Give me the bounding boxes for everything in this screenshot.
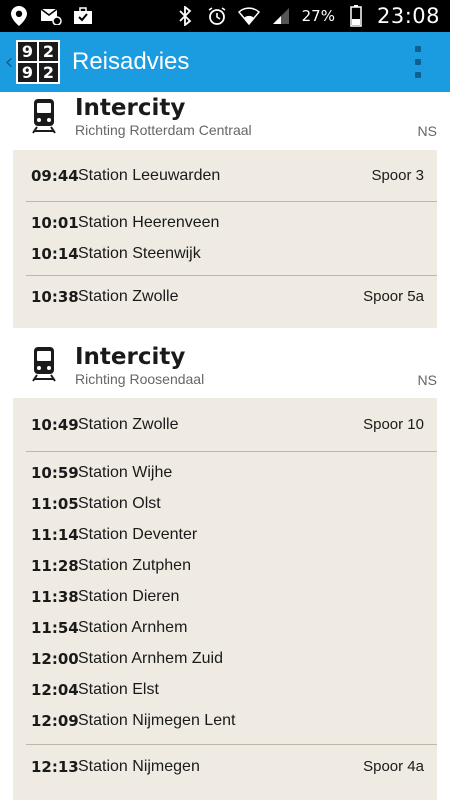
leg-spacer: [0, 328, 450, 348]
stop-time: 12:13: [31, 757, 79, 776]
stop-station: Station Steenwijk: [78, 244, 201, 262]
stops-list: 10:49 Station Zwolle Spoor 10 10:59 Stat…: [13, 398, 437, 800]
stop-station: Station Zutphen: [78, 556, 191, 574]
train-icon: [32, 347, 56, 382]
departure-row[interactable]: 10:49 Station Zwolle Spoor 10: [13, 409, 437, 440]
leg-direction: Richting Roosendaal: [75, 371, 205, 387]
logo-digit: 2: [39, 42, 58, 61]
leg-header: Intercity Richting Rotterdam Centraal NS: [0, 92, 450, 150]
platform-label: Spoor 3: [371, 167, 424, 184]
leg-type: Intercity: [75, 344, 186, 370]
stop-time: 12:09: [31, 711, 79, 730]
stop-station: Station Dieren: [78, 587, 180, 605]
platform-label: Spoor 10: [363, 416, 424, 433]
stop-time: 11:54: [31, 618, 79, 637]
stop-station: Station Wijhe: [78, 463, 173, 481]
leg-operator: NS: [417, 372, 437, 388]
stop-station: Station Heerenveen: [78, 213, 220, 231]
wifi-icon: [237, 6, 260, 26]
stop-station: Station Nijmegen: [78, 757, 200, 775]
stop-time: 11:14: [31, 525, 79, 544]
stop-row[interactable]: 11:54 Station Arnhem: [13, 612, 437, 643]
stop-time: 12:00: [31, 649, 79, 668]
stop-row[interactable]: 12:04 Station Elst: [13, 674, 437, 705]
stop-row[interactable]: 10:59 Station Wijhe: [13, 457, 437, 488]
stop-row[interactable]: 11:14 Station Deventer: [13, 519, 437, 550]
battery-icon: [345, 5, 367, 27]
stop-station: Station Leeuwarden: [78, 166, 221, 184]
stop-time: 11:05: [31, 494, 79, 513]
stop-row[interactable]: 12:00 Station Arnhem Zuid: [13, 643, 437, 674]
stop-row[interactable]: 11:05 Station Olst: [13, 488, 437, 519]
platform-label: Spoor 5a: [363, 288, 424, 305]
arrival-row[interactable]: 10:38 Station Zwolle Spoor 5a: [13, 281, 437, 312]
location-icon: [8, 6, 30, 26]
departure-row[interactable]: 09:44 Station Leeuwarden Spoor 3: [13, 160, 437, 191]
stop-station: Station Nijmegen Lent: [78, 711, 236, 729]
stop-row[interactable]: 10:14 Station Steenwijk: [13, 238, 437, 269]
stop-time: 11:38: [31, 587, 79, 606]
stop-station: Station Arnhem Zuid: [78, 649, 223, 667]
alarm-icon: [206, 6, 228, 26]
logo-digit: 9: [18, 63, 37, 82]
stop-time: 09:44: [31, 166, 79, 185]
app-logo[interactable]: 9 2 9 2: [16, 40, 60, 84]
back-chevron-icon[interactable]: ‹: [2, 32, 16, 92]
stop-time: 10:14: [31, 244, 79, 263]
page-title: Reisadvies: [72, 48, 190, 75]
signal-icon: [270, 6, 292, 26]
stop-time: 10:01: [31, 213, 79, 232]
leg-type: Intercity: [75, 95, 186, 121]
stop-station: Station Arnhem: [78, 618, 188, 636]
stop-time: 11:28: [31, 556, 79, 575]
clock: 23:08: [376, 4, 440, 28]
leg-direction: Richting Rotterdam Centraal: [75, 122, 252, 138]
stop-time: 10:49: [31, 415, 79, 434]
stop-row[interactable]: 10:01 Station Heerenveen: [13, 207, 437, 238]
stop-row[interactable]: 12:09 Station Nijmegen Lent: [13, 705, 437, 736]
status-bar: 27% 23:08: [0, 0, 450, 32]
stop-time: 12:04: [31, 680, 79, 699]
battery-percent: 27%: [301, 7, 335, 25]
stop-station: Station Elst: [78, 680, 159, 698]
stop-row[interactable]: 11:38 Station Dieren: [13, 581, 437, 612]
stop-row[interactable]: 11:28 Station Zutphen: [13, 550, 437, 581]
email-icon: [40, 6, 62, 26]
app-bar: ‹ 9 2 9 2 Reisadvies: [0, 32, 450, 92]
platform-label: Spoor 4a: [363, 758, 424, 775]
logo-digit: 2: [39, 63, 58, 82]
stop-time: 10:59: [31, 463, 79, 482]
leg-operator: NS: [417, 123, 437, 139]
stop-station: Station Zwolle: [78, 287, 179, 305]
arrival-row[interactable]: 12:13 Station Nijmegen Spoor 4a: [13, 751, 437, 782]
train-icon: [32, 99, 56, 134]
logo-digit: 9: [18, 42, 37, 61]
stop-time: 10:38: [31, 287, 79, 306]
stop-station: Station Olst: [78, 494, 161, 512]
stop-station: Station Deventer: [78, 525, 198, 543]
overflow-menu-icon[interactable]: [414, 46, 422, 78]
stops-list: 09:44 Station Leeuwarden Spoor 3 10:01 S…: [13, 150, 437, 328]
briefcase-icon: [72, 6, 94, 26]
leg-header: Intercity Richting Roosendaal NS: [0, 344, 450, 398]
bluetooth-icon: [174, 6, 196, 26]
stop-station: Station Zwolle: [78, 415, 179, 433]
